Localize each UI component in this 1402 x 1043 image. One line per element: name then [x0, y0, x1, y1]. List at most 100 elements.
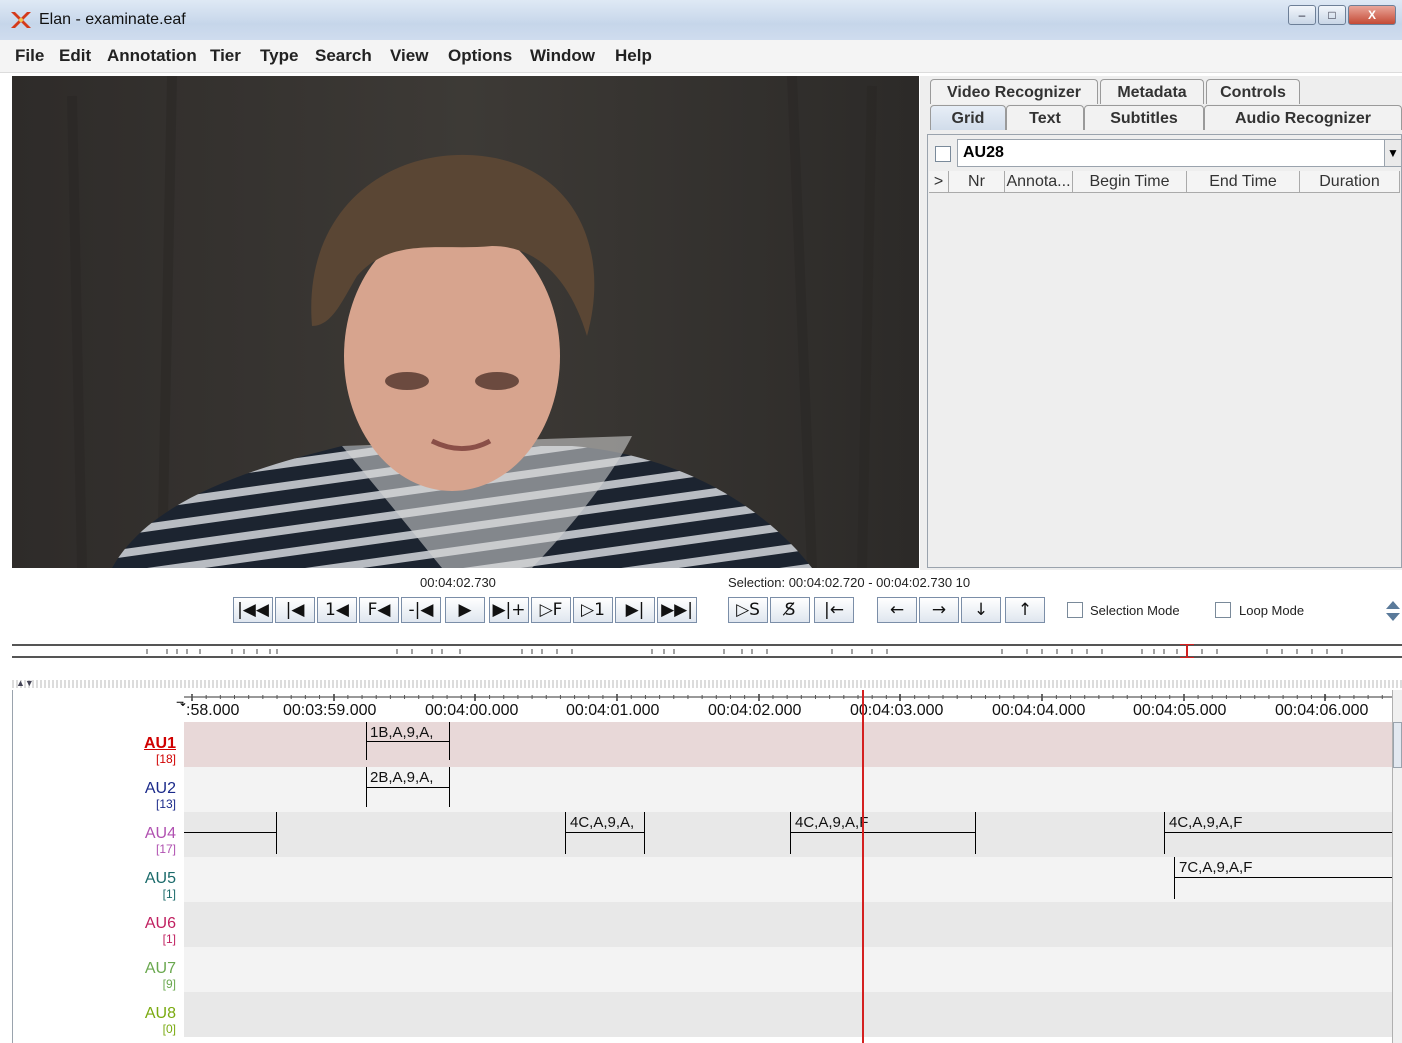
close-button[interactable]: X	[1348, 5, 1396, 25]
previous-scrollview-button[interactable]: |◀	[275, 597, 315, 623]
annotation-au1[interactable]: 1B,A,9,A,	[370, 724, 433, 741]
menu-edit[interactable]: Edit	[59, 46, 91, 66]
loop-mode-checkbox[interactable]	[1215, 602, 1231, 618]
down-arrow-button[interactable]: ↓	[961, 597, 1001, 623]
minimize-button[interactable]: –	[1288, 5, 1316, 25]
maximize-button[interactable]: □	[1318, 5, 1346, 25]
tier-row-au7[interactable]	[184, 947, 1392, 992]
selection-begin-button[interactable]: |←	[814, 597, 854, 623]
tier-count-au8: [0]	[162, 1022, 176, 1036]
tab-text[interactable]: Text	[1006, 105, 1084, 130]
menu-options[interactable]: Options	[448, 46, 512, 66]
chevron-down-icon[interactable]: ▼	[1384, 139, 1402, 167]
next-frame-button[interactable]: ▷F	[531, 597, 571, 623]
tab-audio-recognizer[interactable]: Audio Recognizer	[1204, 105, 1402, 130]
menu-tier[interactable]: Tier	[210, 46, 241, 66]
tier-label-au8[interactable]: AU8	[100, 1006, 176, 1022]
tick-label: 00:04:03.000	[850, 702, 944, 719]
column-header-annotation[interactable]: Annota...	[1005, 171, 1073, 193]
tick-label: :58.000	[186, 702, 240, 719]
title-bar: Elan - examinate.eaf – □ X	[0, 0, 1402, 40]
tick-label: 00:03:59.000	[283, 702, 377, 719]
tick-label: 00:04:05.000	[1133, 702, 1227, 719]
selection-mode-label: Selection Mode	[1090, 603, 1180, 618]
elan-app-icon	[11, 12, 31, 28]
menu-window[interactable]: Window	[530, 46, 595, 66]
overview-timeline[interactable]	[12, 644, 1402, 658]
video-viewer[interactable]	[12, 76, 919, 568]
annotation-bar	[790, 832, 976, 833]
grid-panel	[927, 134, 1402, 568]
menu-bar: File Edit Annotation Tier Type Search Vi…	[0, 40, 1402, 73]
tier-select[interactable]: AU28	[957, 139, 1389, 167]
annotation-au4-b[interactable]: 4C,A,9,A,F	[795, 814, 868, 831]
annotation-au2[interactable]: 2B,A,9,A,	[370, 769, 433, 786]
tick-label: 00:04:00.000	[425, 702, 519, 719]
scrollbar-thumb[interactable]	[1393, 722, 1402, 768]
play-selection-button[interactable]: ▷S	[728, 597, 768, 623]
previous-pixel-button[interactable]: -|◀	[401, 597, 441, 623]
tier-label-au6[interactable]: AU6	[100, 916, 176, 932]
tier-label-au1[interactable]: AU1	[100, 736, 176, 752]
tier-row-au6[interactable]	[184, 902, 1392, 947]
tick-label: 00:04:06.000	[1275, 702, 1369, 719]
menu-type[interactable]: Type	[260, 46, 298, 66]
splitter-arrows-icon[interactable]: ▲▼	[16, 678, 34, 688]
left-arrow-button[interactable]: ←	[877, 597, 917, 623]
annotation-bar	[184, 832, 276, 833]
tick-label: 00:04:02.000	[708, 702, 802, 719]
column-header-duration[interactable]: Duration	[1300, 171, 1400, 193]
tab-controls[interactable]: Controls	[1206, 79, 1300, 104]
tier-label-au4[interactable]: AU4	[100, 826, 176, 842]
tier-label-au5[interactable]: AU5	[100, 871, 176, 887]
column-header-nr[interactable]: Nr	[949, 171, 1005, 193]
tier-checkbox[interactable]	[935, 146, 951, 162]
annotation-boundary	[276, 812, 277, 854]
go-to-end-button[interactable]: ▶▶|	[657, 597, 697, 623]
next-pixel-button[interactable]: ▶|+	[489, 597, 529, 623]
tab-grid[interactable]: Grid	[930, 105, 1006, 130]
menu-search[interactable]: Search	[315, 46, 372, 66]
annotation-au5[interactable]: 7C,A,9,A,F	[1179, 859, 1252, 876]
right-arrow-button[interactable]: →	[919, 597, 959, 623]
tier-row-au8[interactable]	[184, 992, 1392, 1037]
column-header-end-time[interactable]: End Time	[1187, 171, 1300, 193]
tab-video-recognizer[interactable]: Video Recognizer	[930, 79, 1098, 104]
crosshair-cursor[interactable]	[862, 690, 864, 1043]
video-frame-image	[12, 76, 919, 568]
annotation-boundary	[565, 812, 566, 854]
splitter[interactable]	[12, 680, 1402, 688]
selection-mode-checkbox[interactable]	[1067, 602, 1083, 618]
tier-count-au6: [1]	[162, 932, 176, 946]
tier-label-au7[interactable]: AU7	[100, 961, 176, 977]
clear-selection-button[interactable]: S̸	[770, 597, 810, 623]
next-scrollview-button[interactable]: ▶|	[615, 597, 655, 623]
column-header-marker[interactable]: >	[929, 171, 949, 193]
annotation-au4-c[interactable]: 4C,A,9,A,F	[1169, 814, 1242, 831]
up-arrow-button[interactable]: ↑	[1005, 597, 1045, 623]
current-time-label: 00:04:02.730	[420, 575, 496, 590]
annotation-bar	[366, 741, 450, 742]
annotation-bar	[1164, 832, 1392, 833]
previous-second-button[interactable]: 1◀	[317, 597, 357, 623]
annotation-au4-a[interactable]: 4C,A,9,A,	[570, 814, 634, 831]
tab-subtitles[interactable]: Subtitles	[1084, 105, 1204, 130]
resize-arrows-icon[interactable]	[1384, 600, 1402, 622]
annotation-boundary	[644, 812, 645, 854]
annotation-bar	[1174, 877, 1392, 878]
play-button[interactable]: ▶	[445, 597, 485, 623]
tick-label: 00:04:04.000	[992, 702, 1086, 719]
tab-metadata[interactable]: Metadata	[1100, 79, 1204, 104]
menu-annotation[interactable]: Annotation	[107, 46, 197, 66]
column-header-begin-time[interactable]: Begin Time	[1073, 171, 1187, 193]
loop-mode-label: Loop Mode	[1239, 603, 1305, 618]
tier-label-au2[interactable]: AU2	[100, 781, 176, 797]
tier-count-au5: [1]	[162, 887, 176, 901]
next-second-button[interactable]: ▷1	[573, 597, 613, 623]
menu-help[interactable]: Help	[615, 46, 652, 66]
menu-file[interactable]: File	[15, 46, 44, 66]
previous-frame-button[interactable]: F◀	[359, 597, 399, 623]
menu-view[interactable]: View	[390, 46, 428, 66]
selection-label: Selection: 00:04:02.720 - 00:04:02.730 1…	[728, 575, 971, 590]
go-to-begin-button[interactable]: |◀◀	[233, 597, 273, 623]
